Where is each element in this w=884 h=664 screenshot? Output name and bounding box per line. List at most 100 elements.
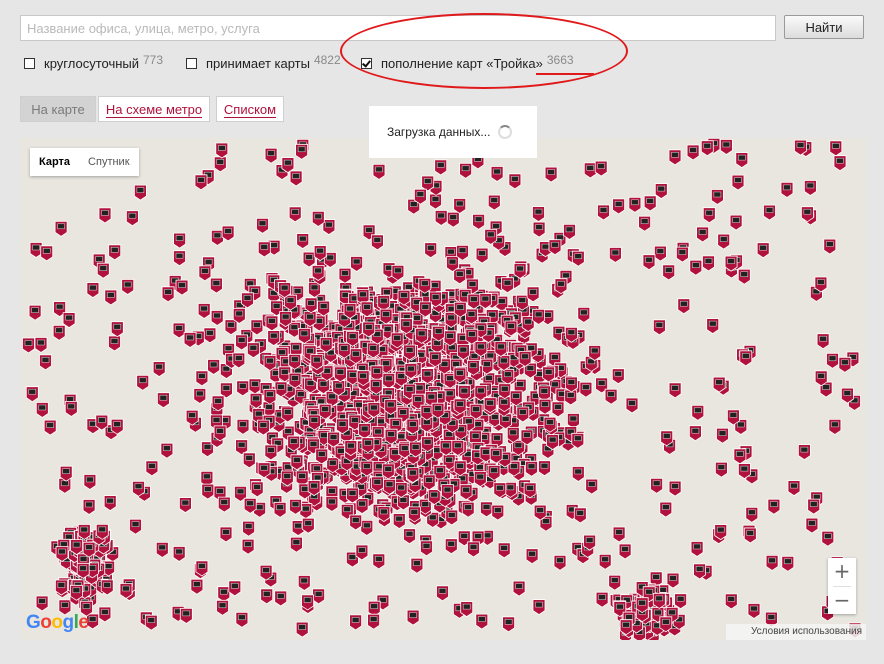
- atm-marker-icon[interactable]: [604, 388, 618, 405]
- atm-marker-icon[interactable]: [686, 144, 700, 161]
- atm-marker-icon[interactable]: [198, 265, 212, 282]
- atm-marker-icon[interactable]: [172, 546, 186, 562]
- atm-marker-icon[interactable]: [29, 242, 43, 258]
- atm-marker-icon[interactable]: [207, 359, 221, 375]
- atm-marker-icon[interactable]: [250, 481, 264, 498]
- atm-marker-icon[interactable]: [487, 194, 501, 211]
- atm-marker-icon[interactable]: [83, 474, 97, 490]
- atm-marker-icon[interactable]: [312, 588, 326, 605]
- atm-marker-icon[interactable]: [642, 254, 656, 271]
- atm-marker-icon[interactable]: [585, 478, 599, 495]
- atm-marker-icon[interactable]: [821, 530, 835, 547]
- atm-marker-icon[interactable]: [609, 247, 622, 263]
- atm-marker-icon[interactable]: [826, 352, 839, 369]
- atm-marker-icon[interactable]: [264, 444, 278, 461]
- atm-marker-icon[interactable]: [236, 418, 250, 435]
- atm-marker-icon[interactable]: [711, 189, 724, 205]
- atm-marker-icon[interactable]: [221, 225, 235, 242]
- atm-marker-icon[interactable]: [434, 210, 448, 226]
- map-type-satellite[interactable]: Спутник: [79, 148, 138, 176]
- atm-marker-icon[interactable]: [571, 466, 585, 482]
- atm-marker-icon[interactable]: [248, 378, 262, 395]
- atm-marker-icon[interactable]: [35, 402, 49, 418]
- atm-marker-icon[interactable]: [242, 520, 256, 537]
- atm-marker-icon[interactable]: [595, 591, 609, 608]
- atm-marker-icon[interactable]: [129, 518, 142, 535]
- atm-marker-icon[interactable]: [526, 286, 540, 303]
- atm-marker-icon[interactable]: [597, 204, 610, 221]
- atm-marker-icon[interactable]: [410, 557, 424, 574]
- atm-marker-icon[interactable]: [349, 614, 363, 631]
- atm-marker-icon[interactable]: [823, 238, 837, 255]
- atm-marker-icon[interactable]: [436, 585, 449, 602]
- atm-marker-icon[interactable]: [39, 354, 52, 371]
- filter-24h-checkbox[interactable]: [24, 58, 35, 69]
- atm-marker-icon[interactable]: [538, 460, 551, 477]
- atm-marker-icon[interactable]: [745, 506, 759, 523]
- atm-marker-icon[interactable]: [532, 206, 545, 223]
- atm-marker-icon[interactable]: [110, 321, 124, 338]
- atm-marker-icon[interactable]: [43, 419, 57, 436]
- atm-marker-icon[interactable]: [674, 593, 687, 610]
- atm-marker-icon[interactable]: [108, 335, 121, 352]
- atm-marker-icon[interactable]: [82, 499, 96, 515]
- atm-marker-icon[interactable]: [289, 170, 303, 187]
- atm-marker-icon[interactable]: [152, 361, 166, 378]
- atm-marker-icon[interactable]: [241, 538, 255, 555]
- atm-marker-icon[interactable]: [467, 541, 480, 558]
- atm-marker-icon[interactable]: [429, 193, 442, 210]
- atm-marker-icon[interactable]: [729, 214, 743, 231]
- atm-marker-icon[interactable]: [370, 234, 384, 251]
- atm-marker-icon[interactable]: [715, 461, 728, 478]
- atm-marker-icon[interactable]: [325, 496, 339, 512]
- atm-marker-icon[interactable]: [103, 495, 117, 512]
- filter-troika-checkbox[interactable]: [361, 58, 372, 69]
- atm-marker-icon[interactable]: [625, 397, 639, 414]
- atm-marker-icon[interactable]: [532, 599, 546, 616]
- atm-marker-icon[interactable]: [52, 324, 66, 341]
- atm-marker-icon[interactable]: [201, 483, 215, 500]
- atm-marker-icon[interactable]: [480, 501, 493, 518]
- atm-marker-icon[interactable]: [35, 595, 49, 612]
- atm-marker-icon[interactable]: [525, 548, 539, 565]
- atm-marker-icon[interactable]: [235, 334, 249, 351]
- atm-marker-icon[interactable]: [594, 160, 608, 177]
- filter-accepts-cards[interactable]: принимает карты 4822: [186, 53, 341, 71]
- atm-marker-icon[interactable]: [807, 498, 821, 515]
- atm-marker-icon[interactable]: [98, 606, 112, 623]
- filter-troika[interactable]: пополнение карт «Тройка» 3663: [361, 53, 574, 71]
- atm-marker-icon[interactable]: [780, 182, 794, 198]
- atm-marker-icon[interactable]: [717, 233, 731, 250]
- atm-marker-icon[interactable]: [598, 553, 612, 570]
- atm-marker-icon[interactable]: [787, 480, 801, 497]
- atm-marker-icon[interactable]: [829, 140, 843, 157]
- atm-marker-icon[interactable]: [544, 166, 558, 183]
- atm-marker-icon[interactable]: [126, 210, 139, 227]
- atm-marker-icon[interactable]: [216, 599, 229, 616]
- atm-marker-icon[interactable]: [134, 184, 147, 201]
- tab-on-map[interactable]: На карте: [20, 96, 96, 122]
- atm-marker-icon[interactable]: [260, 588, 274, 605]
- atm-marker-icon[interactable]: [804, 180, 817, 196]
- atm-marker-icon[interactable]: [195, 370, 209, 387]
- atm-marker-icon[interactable]: [743, 527, 757, 544]
- atm-marker-icon[interactable]: [64, 400, 78, 417]
- atm-marker-icon[interactable]: [349, 514, 363, 531]
- atm-marker-icon[interactable]: [689, 259, 703, 276]
- atm-marker-icon[interactable]: [696, 226, 709, 243]
- atm-marker-icon[interactable]: [838, 356, 852, 373]
- atm-marker-icon[interactable]: [735, 152, 749, 169]
- atm-marker-icon[interactable]: [161, 286, 175, 303]
- atm-marker-icon[interactable]: [190, 578, 204, 595]
- atm-marker-icon[interactable]: [459, 162, 473, 179]
- atm-marker-icon[interactable]: [638, 215, 651, 232]
- tab-metro-scheme[interactable]: На схеме метро: [98, 96, 210, 122]
- atm-marker-icon[interactable]: [653, 319, 666, 336]
- atm-marker-icon[interactable]: [86, 282, 100, 299]
- atm-marker-icon[interactable]: [360, 519, 374, 536]
- atm-marker-icon[interactable]: [765, 554, 779, 571]
- atm-marker-icon[interactable]: [28, 304, 42, 321]
- atm-marker-icon[interactable]: [659, 501, 673, 518]
- atm-marker-icon[interactable]: [508, 173, 522, 190]
- atm-marker-icon[interactable]: [289, 536, 303, 553]
